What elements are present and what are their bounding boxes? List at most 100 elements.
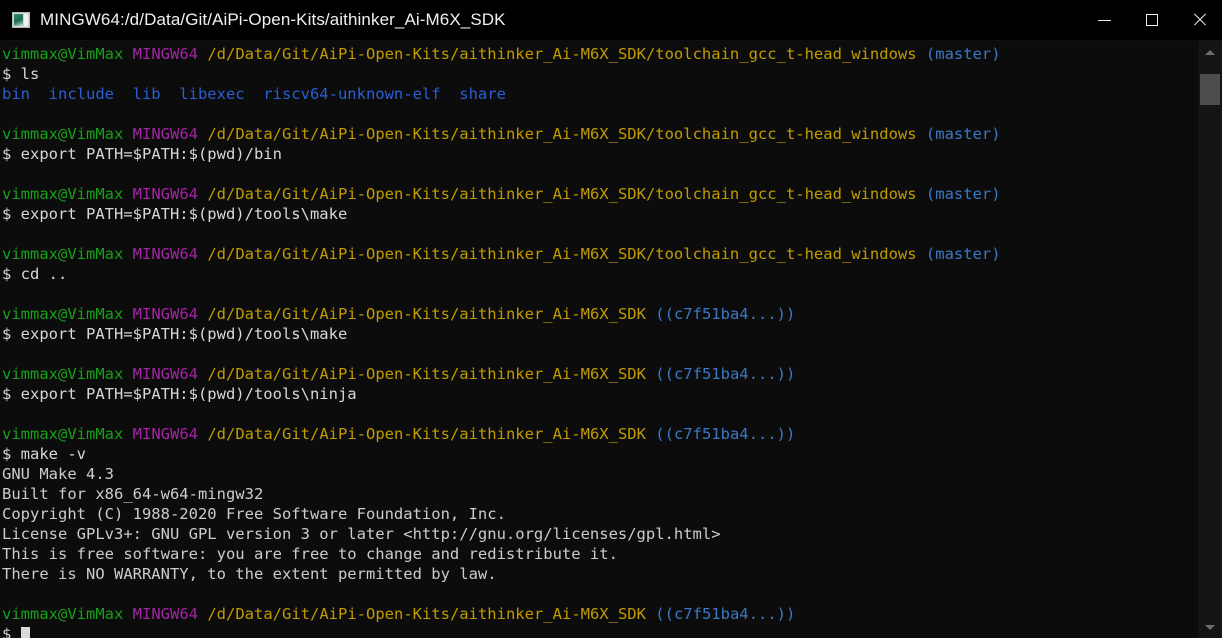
prompt-shell: MINGW64 <box>132 125 198 143</box>
prompt-git-ref: ((c7f51ba4...)) <box>655 305 796 323</box>
command-text: export PATH=$PATH:$(pwd)/tools\ninja <box>20 385 357 403</box>
prompt-shell: MINGW64 <box>132 605 198 623</box>
prompt-git-ref: (master) <box>925 125 1001 143</box>
terminal-window: MINGW64:/d/Data/Git/AiPi-Open-Kits/aithi… <box>0 0 1222 638</box>
minimize-icon <box>1098 19 1111 21</box>
window-controls <box>1081 0 1222 40</box>
title-bar[interactable]: MINGW64:/d/Data/Git/AiPi-Open-Kits/aithi… <box>0 0 1222 41</box>
command-text: ls <box>20 65 40 83</box>
prompt-path: /d/Data/Git/AiPi-Open-Kits/aithinker_Ai-… <box>207 365 646 383</box>
terminal-command-line: $ export PATH=$PATH:$(pwd)/tools\make <box>2 324 1197 344</box>
output-text: License GPLv3+: GNU GPL version 3 or lat… <box>2 525 721 543</box>
window-title: MINGW64:/d/Data/Git/AiPi-Open-Kits/aithi… <box>40 10 506 29</box>
output-text: Copyright (C) 1988-2020 Free Software Fo… <box>2 505 506 523</box>
terminal-prompt-line: vimmax@VimMax MINGW64 /d/Data/Git/AiPi-O… <box>2 604 1197 624</box>
prompt-path: /d/Data/Git/AiPi-Open-Kits/aithinker_Ai-… <box>207 245 917 263</box>
prompt-user-host: vimmax@VimMax <box>2 605 124 623</box>
prompt-path: /d/Data/Git/AiPi-Open-Kits/aithinker_Ai-… <box>207 45 917 63</box>
terminal-prompt-line: vimmax@VimMax MINGW64 /d/Data/Git/AiPi-O… <box>2 424 1197 444</box>
scroll-down-button[interactable] <box>1198 616 1222 638</box>
prompt-path: /d/Data/Git/AiPi-Open-Kits/aithinker_Ai-… <box>207 185 917 203</box>
prompt-user-host: vimmax@VimMax <box>2 45 124 63</box>
scrollbar-thumb[interactable] <box>1200 74 1220 106</box>
vertical-scrollbar[interactable] <box>1197 41 1222 638</box>
prompt-path: /d/Data/Git/AiPi-Open-Kits/aithinker_Ai-… <box>207 605 646 623</box>
command-text: make -v <box>20 445 86 463</box>
prompt-user-host: vimmax@VimMax <box>2 425 124 443</box>
prompt-path: /d/Data/Git/AiPi-Open-Kits/aithinker_Ai-… <box>207 305 646 323</box>
terminal-output-area[interactable]: vimmax@VimMax MINGW64 /d/Data/Git/AiPi-O… <box>0 41 1197 638</box>
prompt-shell: MINGW64 <box>132 365 198 383</box>
scroll-down-icon <box>1205 624 1215 630</box>
prompt-symbol: $ <box>2 265 21 283</box>
terminal-active-input-line: $ <box>2 624 1197 638</box>
terminal-window-icon <box>12 12 30 28</box>
text-cursor <box>20 627 30 638</box>
title-bar-left: MINGW64:/d/Data/Git/AiPi-Open-Kits/aithi… <box>0 10 1081 30</box>
prompt-user-host: vimmax@VimMax <box>2 185 124 203</box>
prompt-git-ref: ((c7f51ba4...)) <box>655 365 796 383</box>
terminal-command-line: $ cd .. <box>2 264 1197 284</box>
scrollbar-track[interactable] <box>1198 63 1222 616</box>
prompt-shell: MINGW64 <box>132 245 198 263</box>
minimize-button[interactable] <box>1081 0 1128 40</box>
prompt-symbol: $ <box>2 145 21 163</box>
prompt-git-ref: (master) <box>925 185 1001 203</box>
prompt-symbol: $ <box>2 205 21 223</box>
prompt-git-ref: ((c7f51ba4...)) <box>655 605 796 623</box>
terminal-prompt-line: vimmax@VimMax MINGW64 /d/Data/Git/AiPi-O… <box>2 244 1197 264</box>
prompt-symbol: $ <box>2 385 21 403</box>
terminal-output-line: GNU Make 4.3 <box>2 464 1197 484</box>
terminal-output-line: Built for x86_64-w64-mingw32 <box>2 484 1197 504</box>
terminal-prompt-line: vimmax@VimMax MINGW64 /d/Data/Git/AiPi-O… <box>2 44 1197 64</box>
prompt-path: /d/Data/Git/AiPi-Open-Kits/aithinker_Ai-… <box>207 425 646 443</box>
prompt-symbol: $ <box>2 625 21 638</box>
terminal-output-line: This is free software: you are free to c… <box>2 544 1197 564</box>
terminal-prompt-line: vimmax@VimMax MINGW64 /d/Data/Git/AiPi-O… <box>2 364 1197 384</box>
prompt-shell: MINGW64 <box>132 185 198 203</box>
close-icon <box>1192 13 1206 27</box>
prompt-user-host: vimmax@VimMax <box>2 365 124 383</box>
terminal-prompt-line: vimmax@VimMax MINGW64 /d/Data/Git/AiPi-O… <box>2 124 1197 144</box>
terminal-command-line: $ make -v <box>2 444 1197 464</box>
prompt-symbol: $ <box>2 445 21 463</box>
prompt-git-ref: (master) <box>925 45 1001 63</box>
prompt-symbol: $ <box>2 325 21 343</box>
prompt-shell: MINGW64 <box>132 305 198 323</box>
directory-names: bin include lib libexec riscv64-unknown-… <box>2 85 506 103</box>
prompt-shell: MINGW64 <box>132 45 198 63</box>
terminal-command-line: $ export PATH=$PATH:$(pwd)/bin <box>2 144 1197 164</box>
command-text: cd .. <box>20 265 68 283</box>
terminal-command-line: $ export PATH=$PATH:$(pwd)/tools\make <box>2 204 1197 224</box>
prompt-user-host: vimmax@VimMax <box>2 305 124 323</box>
output-text: GNU Make 4.3 <box>2 465 114 483</box>
prompt-user-host: vimmax@VimMax <box>2 245 124 263</box>
output-text: There is NO WARRANTY, to the extent perm… <box>2 565 497 583</box>
terminal-lines: vimmax@VimMax MINGW64 /d/Data/Git/AiPi-O… <box>0 41 1197 638</box>
output-text: Built for x86_64-w64-mingw32 <box>2 485 264 503</box>
command-text: export PATH=$PATH:$(pwd)/bin <box>20 145 282 163</box>
prompt-user-host: vimmax@VimMax <box>2 125 124 143</box>
terminal-command-line: $ export PATH=$PATH:$(pwd)/tools\ninja <box>2 384 1197 404</box>
terminal-output-line: Copyright (C) 1988-2020 Free Software Fo… <box>2 504 1197 524</box>
output-text: This is free software: you are free to c… <box>2 545 618 563</box>
command-text: export PATH=$PATH:$(pwd)/tools\make <box>20 325 348 343</box>
terminal-output-line: License GPLv3+: GNU GPL version 3 or lat… <box>2 524 1197 544</box>
terminal-directory-listing: bin include lib libexec riscv64-unknown-… <box>2 84 1197 104</box>
terminal-command-line: $ ls <box>2 64 1197 84</box>
command-text: export PATH=$PATH:$(pwd)/tools\make <box>20 205 348 223</box>
terminal-output-line: There is NO WARRANTY, to the extent perm… <box>2 564 1197 584</box>
prompt-git-ref: ((c7f51ba4...)) <box>655 425 796 443</box>
prompt-shell: MINGW64 <box>132 425 198 443</box>
close-button[interactable] <box>1175 0 1222 40</box>
maximize-button[interactable] <box>1128 0 1175 40</box>
terminal-prompt-line: vimmax@VimMax MINGW64 /d/Data/Git/AiPi-O… <box>2 304 1197 324</box>
scroll-up-button[interactable] <box>1198 41 1222 63</box>
prompt-path: /d/Data/Git/AiPi-Open-Kits/aithinker_Ai-… <box>207 125 917 143</box>
